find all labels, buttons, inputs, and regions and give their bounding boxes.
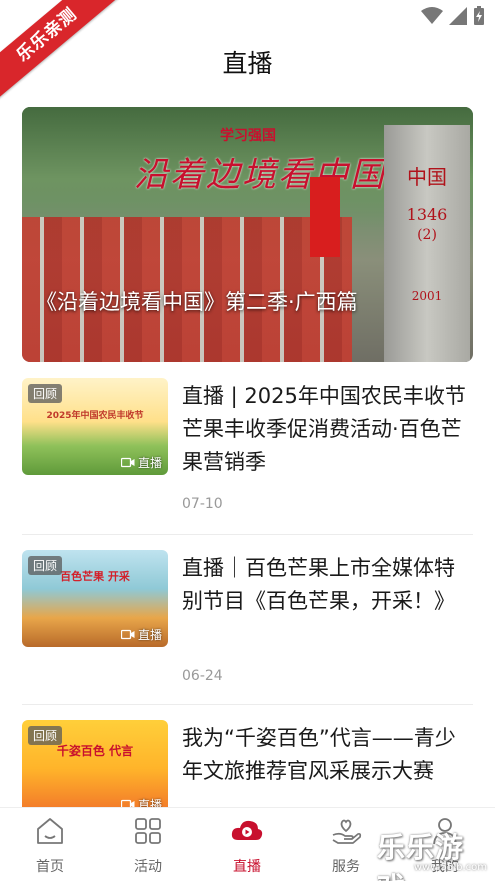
replay-badge: 回顾 [28, 384, 63, 403]
news-date: 07-10 [182, 496, 223, 512]
nav-item-home[interactable]: 首页 [15, 816, 85, 876]
hero-banner-text: 沿着边境看中国 [134, 155, 386, 195]
hero-card[interactable]: 学习强国 沿着边境看中国 中国 1346 (2) 2001 《沿着边境看中国》第… [22, 107, 473, 362]
nav-item-service[interactable]: 服务 [311, 816, 381, 876]
stele-text: 中国 [407, 165, 447, 189]
live-badge-label: 直播 [137, 628, 162, 642]
wifi-icon [421, 7, 443, 24]
nav-item-live[interactable]: 直播 [212, 816, 282, 876]
live-badge: 直播 [120, 454, 162, 471]
news-item[interactable]: 百色芒果 开采 回顾 直播 直播｜百色芒果上市全媒体特别节目《百色芒果，开采！》… [22, 550, 473, 690]
watermark-url: www.55lb.com [413, 862, 487, 873]
news-item[interactable]: 千姿百色 代言 回顾 直播 我为“千姿百色”代言——青少年文旅推荐官风采展示大赛 [22, 720, 473, 807]
nav-label: 首页 [36, 859, 64, 875]
divider [22, 704, 473, 705]
page-title: 直播 [222, 49, 273, 78]
flag-image [310, 177, 340, 257]
signal-icon [449, 7, 467, 25]
nav-label: 直播 [233, 859, 261, 875]
hero-logo: 学习强国 [220, 128, 276, 144]
battery-icon [474, 6, 484, 25]
nav-label: 服务 [332, 859, 360, 875]
news-date: 06-24 [182, 668, 223, 684]
live-badge: 直播 [120, 796, 162, 807]
grid-icon [135, 818, 161, 844]
replay-badge: 回顾 [28, 556, 63, 575]
divider [22, 534, 473, 535]
nav-item-activity[interactable]: 活动 [113, 816, 183, 876]
stele-sub: (2) [417, 227, 437, 243]
video-camera-icon [120, 629, 135, 640]
live-badge: 直播 [120, 626, 162, 643]
nav-label: 活动 [134, 859, 162, 875]
live-cloud-icon [231, 820, 263, 840]
news-title: 直播 | 2025年中国农民丰收节芒果丰收季促消费活动·百色芒果营销季 [182, 384, 466, 474]
news-title: 我为“千姿百色”代言——青少年文旅推荐官风采展示大赛 [182, 726, 456, 783]
stele-number: 1346 [406, 205, 448, 224]
news-thumbnail: 2025年中国农民丰收节 回顾 直播 [22, 378, 168, 475]
thumbnail-headline: 2025年中国农民丰收节 [46, 411, 144, 421]
video-camera-icon [120, 457, 135, 468]
news-item[interactable]: 2025年中国农民丰收节 回顾 直播 直播 | 2025年中国农民丰收节芒果丰收… [22, 378, 473, 518]
news-thumbnail: 百色芒果 开采 回顾 直播 [22, 550, 168, 647]
home-icon [37, 818, 63, 844]
border-stele-image: 中国 1346 (2) 2001 [384, 125, 470, 362]
live-badge-label: 直播 [137, 798, 162, 807]
service-hand-icon [332, 819, 362, 844]
news-title: 直播｜百色芒果上市全媒体特别节目《百色芒果，开采！》 [182, 556, 455, 613]
watermark: 乐乐游戏 www.55lb.com [377, 826, 495, 881]
hero-caption: 《沿着边境看中国》第二季·广西篇 [36, 290, 358, 314]
video-camera-icon [120, 799, 135, 807]
live-badge-label: 直播 [137, 456, 162, 470]
status-icons [421, 6, 485, 26]
news-thumbnail: 千姿百色 代言 回顾 直播 [22, 720, 168, 807]
replay-badge: 回顾 [28, 726, 63, 745]
